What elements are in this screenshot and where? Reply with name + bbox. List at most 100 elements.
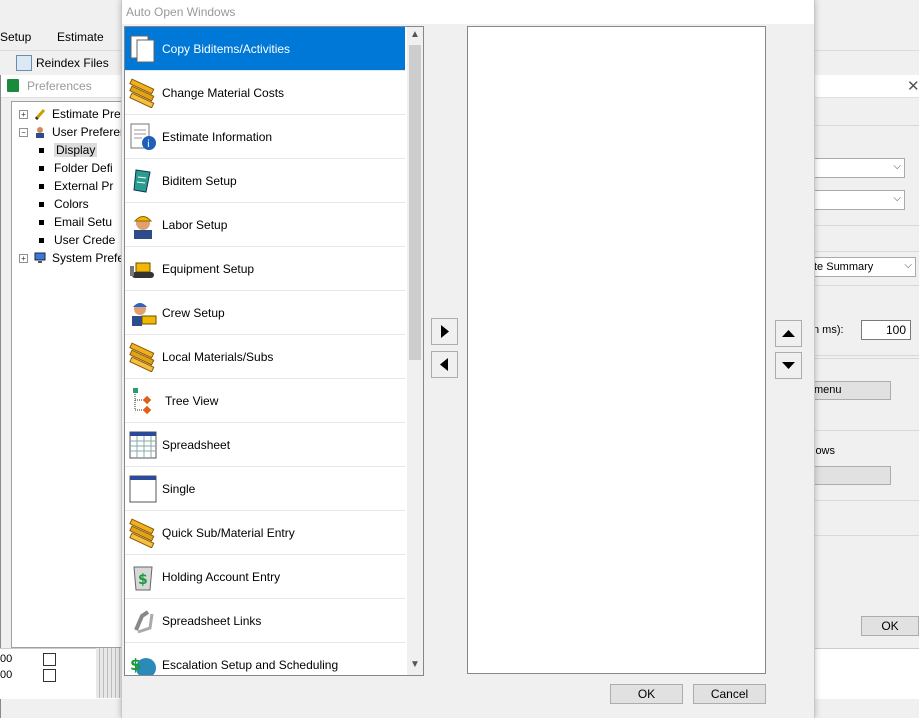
single-window-icon	[128, 474, 158, 504]
combo-3-value: te Summary	[814, 261, 874, 273]
combo-1[interactable]: ⌵	[813, 158, 905, 178]
collapse-icon[interactable]: −	[19, 127, 28, 137]
list-item[interactable]: Quick Sub/Material Entry	[125, 511, 405, 555]
worker-icon	[128, 210, 158, 240]
panel-divider	[813, 125, 919, 126]
scroll-thumb[interactable]	[409, 45, 421, 360]
user-icon	[34, 126, 46, 138]
reindex-icon	[16, 55, 32, 71]
bullet-icon	[39, 237, 44, 243]
tree-item-label: Folder Defi	[54, 161, 113, 175]
reindex-files-label: Reindex Files	[36, 56, 109, 70]
close-icon[interactable]: ✕	[907, 77, 919, 95]
move-up-button[interactable]	[775, 320, 802, 347]
scroll-up-icon[interactable]: ▲	[407, 27, 423, 43]
list-item[interactable]: $ Escalation Setup and Scheduling	[125, 643, 405, 675]
ms-label: n ms):	[813, 324, 844, 336]
ok-button[interactable]: OK	[610, 684, 683, 704]
list-item[interactable]: Local Materials/Subs	[125, 335, 405, 379]
svg-text:$: $	[130, 655, 141, 674]
combo-3[interactable]: te Summary ⌵	[813, 257, 916, 277]
tree-item-label: Colors	[54, 197, 89, 211]
list-item[interactable]: Biditem Setup	[125, 159, 405, 203]
tree-item-label: System Prefer	[52, 251, 129, 265]
preferences-ok-button[interactable]: OK	[861, 616, 919, 636]
list-item-label: Copy Biditems/Activities	[162, 41, 291, 56]
combo-2[interactable]: ⌵	[813, 190, 905, 210]
selected-windows-list[interactable]	[467, 26, 766, 674]
panel-divider	[813, 500, 919, 501]
panel-divider	[813, 358, 919, 359]
tree-item[interactable]: Email Setu	[39, 213, 112, 231]
list-item-label: Holding Account Entry	[162, 569, 281, 584]
document-info-icon: i	[128, 122, 158, 152]
reindex-files-button[interactable]: Reindex Files	[16, 54, 109, 72]
tree-item-label: User Crede	[54, 233, 116, 247]
expand-icon[interactable]: +	[19, 253, 28, 263]
list-item[interactable]: Labor Setup	[125, 203, 405, 247]
expand-icon[interactable]: +	[19, 109, 28, 119]
tree-item-label: Email Setu	[54, 215, 113, 229]
pipes-icon	[128, 341, 158, 372]
preferences-tree[interactable]: + Estimate Prefe − User Preferen Display Fold…	[11, 101, 131, 648]
tree-item-label: External Pr	[54, 179, 114, 193]
grid-checkbox[interactable]	[43, 653, 56, 666]
copy-pages-icon	[128, 34, 158, 64]
panel-divider	[813, 225, 919, 226]
panel-divider	[813, 535, 919, 536]
scroll-icon	[128, 166, 158, 196]
menu-button[interactable]: menu	[813, 381, 891, 400]
cancel-button[interactable]: Cancel	[693, 684, 766, 704]
list-item[interactable]: Single	[125, 467, 405, 511]
spreadsheet-icon	[128, 430, 158, 460]
list-item-label: Spreadsheet Links	[162, 613, 262, 628]
grid-row: 00	[0, 651, 12, 667]
pencil-icon	[34, 108, 46, 121]
svg-text:$: $	[138, 572, 148, 588]
tree-item[interactable]: User Crede	[39, 231, 115, 249]
windows-label: lows	[813, 445, 836, 457]
bulldozer-icon	[128, 254, 158, 284]
arrow-up-icon	[782, 330, 795, 337]
menu-estimate[interactable]: Estimate	[57, 30, 104, 44]
list-item[interactable]: Crew Setup	[125, 291, 405, 335]
tree-item[interactable]: − User Preferen	[19, 123, 127, 141]
tree-view-icon	[128, 386, 158, 416]
add-to-selected-button[interactable]	[431, 318, 458, 345]
crew-icon	[128, 298, 158, 328]
move-down-button[interactable]	[775, 352, 802, 379]
menu-setup[interactable]: Setup	[0, 30, 31, 44]
ms-input[interactable]: 100	[861, 320, 911, 340]
list-item[interactable]: Tree View	[125, 379, 405, 423]
list-item-label: Escalation Setup and Scheduling	[162, 657, 339, 672]
pipes-icon	[128, 517, 158, 548]
list-item[interactable]: Copy Biditems/Activities	[125, 27, 405, 71]
list-item-label: Labor Setup	[162, 217, 228, 232]
scroll-down-icon[interactable]: ▼	[407, 657, 423, 673]
list-item[interactable]: $ Holding Account Entry	[125, 555, 405, 599]
grid-checkbox[interactable]	[43, 669, 56, 682]
tree-item[interactable]: Folder Defi	[39, 159, 113, 177]
grid-cell: 00	[0, 653, 13, 665]
list-item[interactable]: Equipment Setup	[125, 247, 405, 291]
list-item[interactable]: Change Material Costs	[125, 71, 405, 115]
bullet-icon	[39, 165, 44, 171]
available-windows-list[interactable]: Copy Biditems/Activities Change Material …	[124, 26, 424, 676]
panel-divider	[813, 355, 919, 356]
list-item[interactable]: Spreadsheet	[125, 423, 405, 467]
tree-item[interactable]: Display	[39, 141, 98, 159]
panel-divider	[813, 430, 919, 431]
tree-item[interactable]: External Pr	[39, 177, 113, 195]
tree-item[interactable]: + System Prefer	[19, 249, 128, 267]
dialog-title: Auto Open Windows	[126, 5, 236, 19]
windows-button[interactable]	[813, 466, 891, 485]
tree-item-label: Display	[54, 143, 98, 157]
list-item[interactable]: i Estimate Information	[125, 115, 405, 159]
list-item[interactable]: Spreadsheet Links	[125, 599, 405, 643]
remove-from-selected-button[interactable]	[431, 351, 458, 378]
list-scrollbar[interactable]: ▲ ▼	[407, 27, 423, 675]
tree-item[interactable]: Colors	[39, 195, 89, 213]
tree-item[interactable]: + Estimate Prefe	[19, 105, 130, 123]
preferences-title: Preferences	[27, 79, 92, 93]
list-item-label: Crew Setup	[162, 305, 225, 320]
